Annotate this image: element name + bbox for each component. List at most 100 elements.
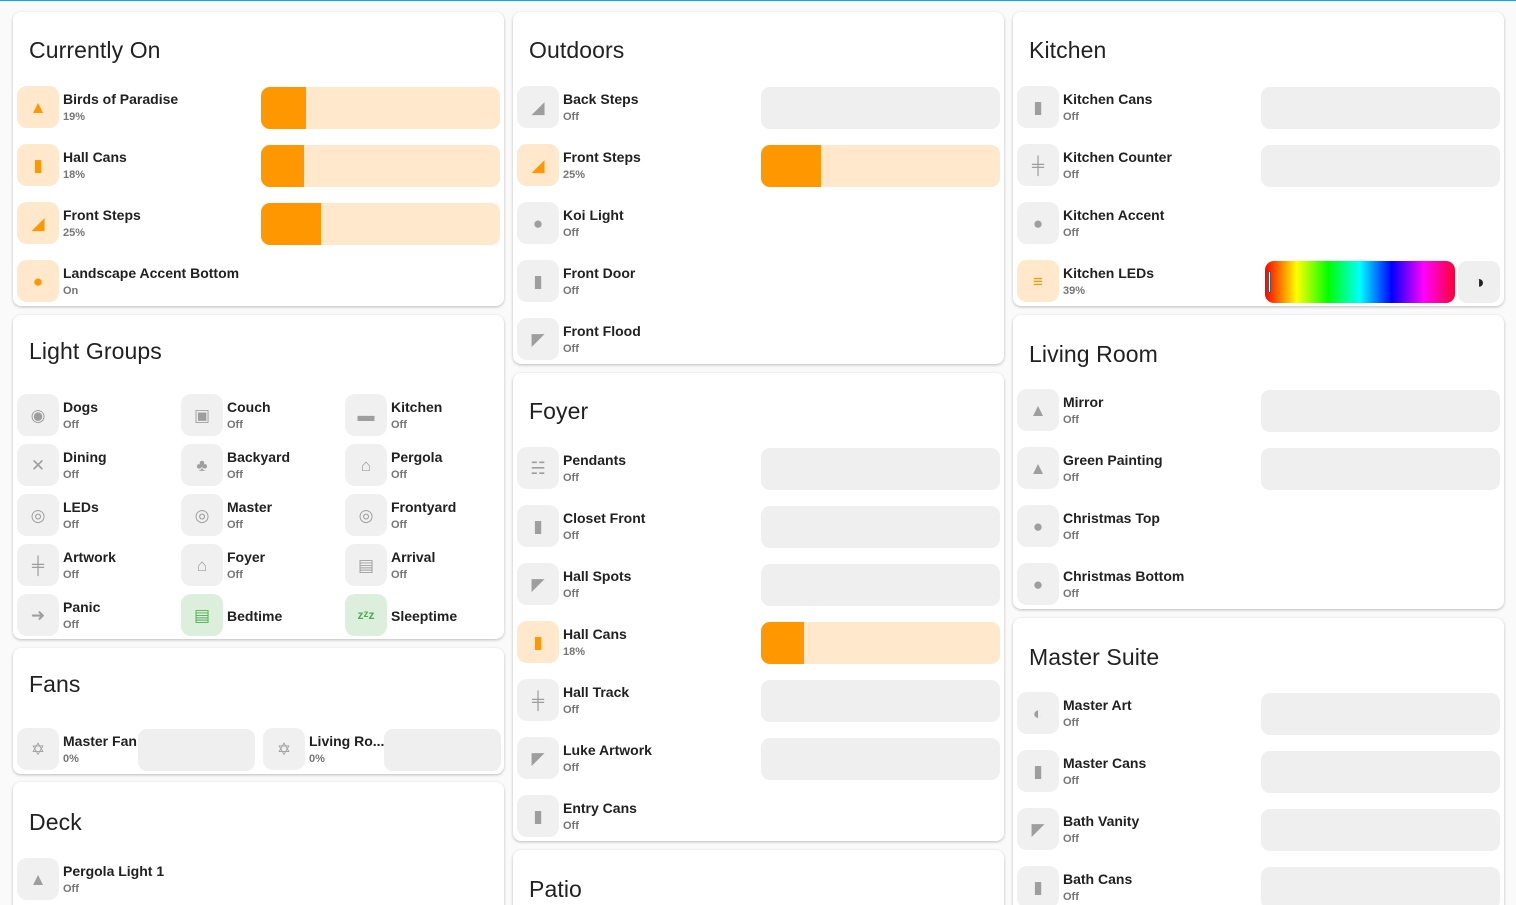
can-light-icon[interactable]: ▮ [17,144,59,186]
group-tile-master[interactable]: ◎ Master Off [181,494,341,538]
brightness-slider[interactable] [1261,751,1500,793]
can-light-icon[interactable]: ▮ [517,621,559,663]
currently-on-row[interactable]: ▮ Hall Cans 18% [17,144,500,188]
stairs-light-icon[interactable]: ◢ [517,86,559,128]
group-tile-arrival[interactable]: ▤ Arrival Off [345,544,504,588]
group-tile-kitchen[interactable]: ▬ Kitchen Off [345,394,504,438]
sofa-icon[interactable]: ▣ [181,394,223,436]
outlet-icon[interactable]: ● [1017,563,1059,605]
master-suite-row[interactable]: ▮ Bath Cans Off [1017,866,1500,905]
ceiling-light-icon[interactable]: ▲ [17,858,59,900]
fan-speed-slider[interactable] [384,729,501,771]
brightness-slider[interactable] [761,564,1000,606]
group-tile-foyer[interactable]: ⌂ Foyer Off [181,544,341,588]
fan-speed-slider[interactable] [138,729,255,771]
vanity-light-icon[interactable]: ◤ [1017,808,1059,850]
track-light-icon[interactable]: ╪ [17,544,59,586]
brightness-slider[interactable] [761,87,1000,129]
scene-tile-bedtime[interactable]: ▤ Bedtime [181,594,341,638]
led-strip-icon[interactable]: ◎ [181,494,223,536]
brightness-slider[interactable] [761,448,1000,490]
brightness-slider[interactable] [261,203,500,245]
group-tile-backyard[interactable]: ♣ Backyard Off [181,444,341,488]
sleep-icon[interactable]: zzz [345,594,387,636]
outlet-icon[interactable]: ● [1017,202,1059,244]
brightness-slider[interactable] [1261,87,1500,129]
silverware-icon[interactable]: ✕ [17,444,59,486]
currently-on-row[interactable]: ● Landscape Accent Bottom On [17,260,500,304]
bed-icon[interactable]: ▤ [181,594,223,636]
can-light-icon[interactable]: ▮ [517,260,559,302]
fan-icon[interactable]: ✡ [17,728,59,770]
brightness-slider[interactable] [761,738,1000,780]
master-suite-row[interactable]: ◐ Master Art Off [1017,692,1500,736]
track-light-icon[interactable]: ╪ [1017,144,1059,186]
outlet-icon[interactable]: ● [1017,505,1059,547]
chandelier-icon[interactable]: ☵ [517,447,559,489]
group-tile-dining[interactable]: ✕ Dining Off [17,444,177,488]
group-tile-panic[interactable]: ➜ Panic Off [17,594,177,638]
kitchen-row[interactable]: ≡ Kitchen LEDs 39% ◑ [1017,260,1500,304]
living-room-row[interactable]: ▲ Mirror Off [1017,389,1500,433]
master-suite-row[interactable]: ▮ Master Cans Off [1017,750,1500,794]
outdoors-row[interactable]: ◢ Front Steps 25% [517,144,1000,188]
fan-master[interactable]: ✡ Master Fan 0% [17,728,255,772]
foyer-row[interactable]: ▮ Entry Cans Off [517,795,1000,839]
brightness-slider[interactable] [1261,448,1500,490]
spot-light-icon[interactable]: ◤ [517,737,559,779]
fan-living-room[interactable]: ✡ Living Ro... 0% [263,728,501,772]
brightness-slider[interactable] [761,622,1000,664]
foyer-row[interactable]: ◤ Luke Artwork Off [517,737,1000,781]
currently-on-row[interactable]: ◢ Front Steps 25% [17,202,500,246]
brightness-slider[interactable] [761,145,1000,187]
can-light-icon[interactable]: ▮ [1017,86,1059,128]
outdoors-row[interactable]: ● Koi Light Off [517,202,1000,246]
kitchen-row[interactable]: ▮ Kitchen Cans Off [1017,86,1500,130]
brightness-slider[interactable] [1261,809,1500,851]
foyer-row[interactable]: ▮ Hall Cans 18% [517,621,1000,665]
ceiling-light-icon[interactable]: ▲ [1017,447,1059,489]
foyer-row[interactable]: ☵ Pendants Off [517,447,1000,491]
living-room-row[interactable]: ● Christmas Top Off [1017,505,1500,549]
group-tile-frontyard[interactable]: ◎ Frontyard Off [345,494,504,538]
led-strip-icon[interactable]: ◎ [345,494,387,536]
group-tile-artwork[interactable]: ╪ Artwork Off [17,544,177,588]
run-icon[interactable]: ➜ [17,594,59,636]
outlet-icon[interactable]: ● [17,260,59,302]
deck-row[interactable]: ▲ Pergola Light 1 Off [17,858,500,902]
brightness-slider[interactable] [1261,693,1500,735]
outdoors-row[interactable]: ▮ Front Door Off [517,260,1000,304]
group-tile-leds[interactable]: ◎ LEDs Off [17,494,177,538]
currently-on-row[interactable]: ▲ Birds of Paradise 19% [17,86,500,130]
foyer-row[interactable]: ╪ Hall Track Off [517,679,1000,723]
dog-icon[interactable]: ◉ [17,394,59,436]
foyer-row[interactable]: ▮ Closet Front Off [517,505,1000,549]
home-icon[interactable]: ⌂ [345,444,387,486]
brightness-slider[interactable] [261,87,500,129]
tree-icon[interactable]: ♣ [181,444,223,486]
scene-tile-sleeptime[interactable]: zzz Sleeptime [345,594,504,638]
living-room-row[interactable]: ▲ Green Painting Off [1017,447,1500,491]
master-suite-row[interactable]: ◤ Bath Vanity Off [1017,808,1500,852]
led-strip-icon[interactable]: ≡ [1017,260,1059,302]
ceiling-light-icon[interactable]: ▲ [17,86,59,128]
color-hue-slider[interactable] [1265,261,1455,303]
brightness-slider[interactable] [761,506,1000,548]
led-strip-icon[interactable]: ◎ [17,494,59,536]
group-tile-dogs[interactable]: ◉ Dogs Off [17,394,177,438]
group-tile-pergola[interactable]: ⌂ Pergola Off [345,444,504,488]
can-light-icon[interactable]: ▮ [517,505,559,547]
spot-light-icon[interactable]: ◤ [517,563,559,605]
brightness-icon[interactable]: ◑ [1458,261,1500,303]
brightness-slider[interactable] [1261,145,1500,187]
can-light-icon[interactable]: ▮ [1017,750,1059,792]
fan-icon[interactable]: ✡ [263,728,305,770]
kitchen-row[interactable]: ╪ Kitchen Counter Off [1017,144,1500,188]
group-tile-couch[interactable]: ▣ Couch Off [181,394,341,438]
flood-light-icon[interactable]: ◤ [517,318,559,360]
kitchen-row[interactable]: ● Kitchen Accent Off [1017,202,1500,246]
brightness-slider[interactable] [1261,390,1500,432]
hue-slider-handle[interactable] [1268,271,1271,293]
pot-icon[interactable]: ▬ [345,394,387,436]
stairs-light-icon[interactable]: ◢ [517,144,559,186]
